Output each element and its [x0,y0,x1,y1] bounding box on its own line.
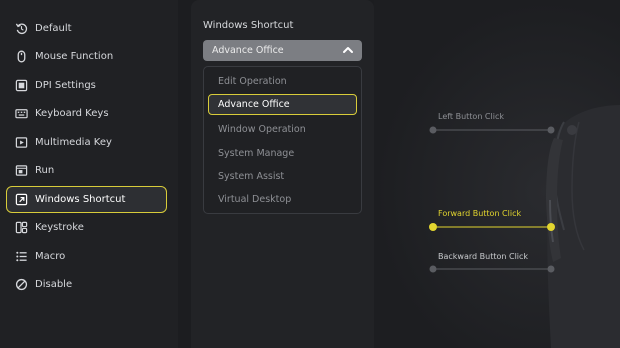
shortcut-category-select[interactable]: Advance Office [203,40,362,61]
backward-button-end-dot [547,265,555,273]
section-title: Windows Shortcut [203,20,294,31]
multimedia-icon [14,136,28,150]
dropdown-option-edit-operation[interactable]: Edit Operation [208,71,357,92]
left-button-label[interactable]: Left Button Click [438,112,504,121]
sidebar-item-keystroke[interactable]: Keystroke [6,214,167,241]
mouse-icon [14,50,28,64]
backward-button-label[interactable]: Backward Button Click [438,252,528,261]
reset-icon [14,22,28,36]
run-icon [14,164,28,178]
sidebar-item-run[interactable]: Run [6,157,167,184]
shortcut-icon [14,193,28,207]
sidebar-item-label: Disable [35,279,73,290]
forward-button-end-dot [547,223,555,231]
keystroke-icon [14,221,28,235]
backward-button-dot[interactable] [429,265,437,273]
sidebar-item-multimedia-key[interactable]: Multimedia Key [6,129,167,156]
dropdown-option-virtual-desktop[interactable]: Virtual Desktop [208,189,357,210]
keyboard-icon [14,107,28,121]
sidebar-item-label: Windows Shortcut [35,194,126,205]
sidebar-item-label: Macro [35,251,66,262]
sidebar-item-mouse-function[interactable]: Mouse Function [6,43,167,70]
sidebar-item-disable[interactable]: Disable [6,271,167,298]
dropdown-option-window-operation[interactable]: Window Operation [208,119,357,140]
dropdown-option-advance-office[interactable]: Advance Office [208,94,357,115]
macro-icon [14,250,28,264]
sidebar-item-keyboard-keys[interactable]: Keyboard Keys [6,100,167,127]
callout-lines [429,126,555,273]
disable-icon [14,278,28,292]
forward-button-label[interactable]: Forward Button Click [438,209,521,218]
select-value: Advance Office [212,45,284,56]
dropdown-option-system-manage[interactable]: System Manage [208,143,357,164]
forward-button-dot[interactable] [429,223,437,231]
sidebar-item-windows-shortcut[interactable]: Windows Shortcut [6,186,167,213]
sidebar-item-label: Mouse Function [35,51,114,62]
sidebar-item-label: Default [35,23,72,34]
dpi-icon [14,79,28,93]
sidebar-item-dpi-settings[interactable]: DPI Settings [6,72,167,99]
sidebar-item-macro[interactable]: Macro [6,243,167,270]
dropdown-option-system-assist[interactable]: System Assist [208,166,357,187]
sidebar-item-label: Keystroke [35,222,84,233]
mouse-preview-area: Left Button Click Forward Button Click B… [374,0,620,348]
sidebar-item-label: DPI Settings [35,80,96,91]
sidebar-item-label: Keyboard Keys [35,108,109,119]
left-button-dot[interactable] [429,126,437,134]
shortcut-panel: Windows Shortcut Advance Office Edit Ope… [191,0,374,348]
sidebar: Default Mouse Function DPI Settings Keyb… [0,0,178,348]
sidebar-item-default[interactable]: Default [6,15,167,42]
sidebar-item-label: Run [35,165,55,176]
shortcut-dropdown-list: Edit Operation Advance Office Window Ope… [203,66,362,214]
chevron-up-icon [341,43,355,57]
sidebar-item-label: Multimedia Key [35,137,112,148]
left-button-end-dot [547,126,555,134]
